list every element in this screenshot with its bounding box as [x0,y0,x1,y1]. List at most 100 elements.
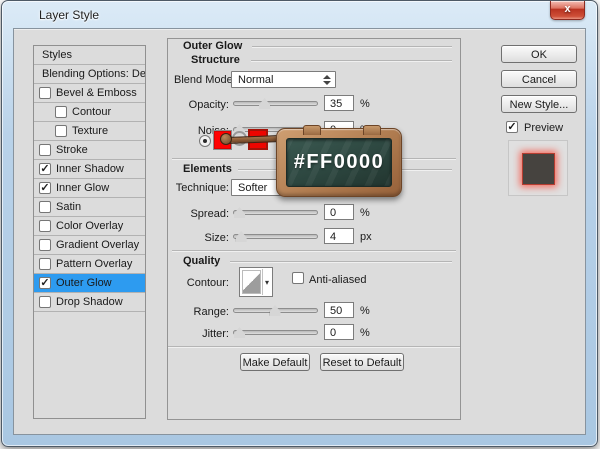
opacity-unit: % [360,98,370,110]
window-title: Layer Style [39,8,99,22]
sidebar-item-label: Drop Shadow [56,296,123,308]
color-radio[interactable] [199,135,211,147]
style-checkbox[interactable] [39,220,51,232]
style-checkbox[interactable] [39,87,51,99]
anti-aliased-label: Anti-aliased [309,274,366,286]
size-unit: px [360,231,372,243]
style-checkbox[interactable]: ✓ [39,163,51,175]
jitter-label: Jitter: [174,328,229,340]
contour-picker[interactable]: ▾ [239,267,273,297]
spread-slider[interactable] [233,210,318,215]
sidebar-item-color-overlay[interactable]: Color Overlay [34,217,145,236]
preview-panel [508,140,568,196]
range-value-field[interactable]: 50 [324,302,354,318]
make-default-button[interactable]: Make Default [240,353,310,371]
sidebar-item-outer-glow[interactable]: ✓ Outer Glow [34,274,145,293]
sidebar-item-pattern-overlay[interactable]: Pattern Overlay [34,255,145,274]
new-style-button[interactable]: New Style... [501,95,577,113]
style-checkbox[interactable]: ✓ [39,277,51,289]
styles-header-label: Styles [42,49,72,61]
contour-thumbnail [242,270,261,294]
sidebar-item-stroke[interactable]: Stroke [34,141,145,160]
sidebar-item-label: Inner Glow [56,182,109,194]
style-checkbox[interactable] [55,106,67,118]
badge-mount-tab [363,125,381,135]
opacity-slider[interactable] [233,101,318,106]
preview-label: Preview [524,122,563,134]
panel-title: Outer Glow [183,40,242,52]
divider [172,250,456,252]
sidebar-item-satin[interactable]: Satin [34,198,145,217]
sidebar-item-contour[interactable]: Contour [34,103,145,122]
range-slider-thumb[interactable] [270,305,281,316]
layer-style-dialog: Layer Style x Styles Blending Options: D… [1,0,598,447]
sidebar-item-label: Blending Options: Default [42,68,145,80]
sidebar-item-label: Satin [56,201,81,213]
sidebar-item-label: Color Overlay [56,220,123,232]
opacity-value-field[interactable]: 35 [324,95,354,111]
size-value-field[interactable]: 4 [324,228,354,244]
size-slider[interactable] [233,234,318,239]
contour-label: Contour: [174,277,229,289]
cancel-button[interactable]: Cancel [501,70,577,88]
blend-mode-value: Normal [238,74,273,86]
spread-unit: % [360,207,370,219]
range-unit: % [360,305,370,317]
technique-label: Technique: [174,182,229,194]
style-checkbox[interactable] [55,125,67,137]
style-checkbox[interactable]: ✓ [39,182,51,194]
divider [252,46,452,48]
style-checkbox[interactable] [39,239,51,251]
jitter-value-field[interactable]: 0 [324,324,354,340]
size-slider-thumb[interactable] [236,231,247,242]
style-checkbox[interactable] [39,144,51,156]
styles-list: Styles Blending Options: Default Bevel & … [33,45,146,419]
sidebar-item-label: Pattern Overlay [56,258,132,270]
sidebar-item-gradient-overlay[interactable]: Gradient Overlay [34,236,145,255]
technique-value: Softer [238,182,267,194]
range-slider[interactable] [233,308,318,313]
preview-checkbox[interactable]: ✓ [506,121,518,133]
spread-label: Spread: [174,208,229,220]
sidebar-item-label: Bevel & Emboss [56,87,137,99]
jitter-slider[interactable] [233,330,318,335]
radio-dot [203,139,207,143]
sidebar-item-bevel-emboss[interactable]: Bevel & Emboss [34,84,145,103]
sidebar-item-inner-shadow[interactable]: ✓ Inner Shadow [34,160,145,179]
style-checkbox[interactable] [39,296,51,308]
ok-button[interactable]: OK [501,45,577,63]
sidebar-item-label: Inner Shadow [56,163,124,175]
sidebar-item-blending-options-default[interactable]: Blending Options: Default [34,65,145,84]
sidebar-item-texture[interactable]: Texture [34,122,145,141]
hex-color-text: #FF0000 [294,151,385,174]
badge-mount-tab [303,125,321,135]
sidebar-item-label: Contour [72,106,111,118]
blend-mode-dropdown[interactable]: Normal [231,71,336,88]
sidebar-item-label: Outer Glow [56,277,112,289]
style-checkbox[interactable] [39,258,51,270]
sidebar-item-label: Texture [72,125,108,137]
reset-to-default-button[interactable]: Reset to Default [320,353,404,371]
styles-list-header[interactable]: Styles [34,46,145,65]
glow-preview-square [522,153,555,185]
elements-heading: Elements [183,163,232,175]
updown-arrows-icon [323,75,330,85]
close-button[interactable]: x [550,1,585,20]
sidebar-item-drop-shadow[interactable]: Drop Shadow [34,293,145,312]
spread-slider-thumb[interactable] [234,207,245,218]
chevron-down-icon[interactable]: ▾ [262,269,271,295]
opacity-slider-thumb[interactable] [259,98,270,109]
style-checkbox[interactable] [39,201,51,213]
titlebar[interactable]: Layer Style x [2,1,597,29]
sidebar-item-inner-glow[interactable]: ✓ Inner Glow [34,179,145,198]
screenshot-root: Layer Style x Styles Blending Options: D… [0,0,600,449]
spread-value-field[interactable]: 0 [324,204,354,220]
opacity-label: Opacity: [174,99,229,111]
close-icon: x [564,3,570,15]
jitter-slider-thumb[interactable] [234,327,245,338]
size-label: Size: [174,232,229,244]
divider [230,261,452,263]
divider [251,60,452,62]
sidebar-item-label: Stroke [56,144,88,156]
anti-aliased-checkbox[interactable] [292,272,304,284]
